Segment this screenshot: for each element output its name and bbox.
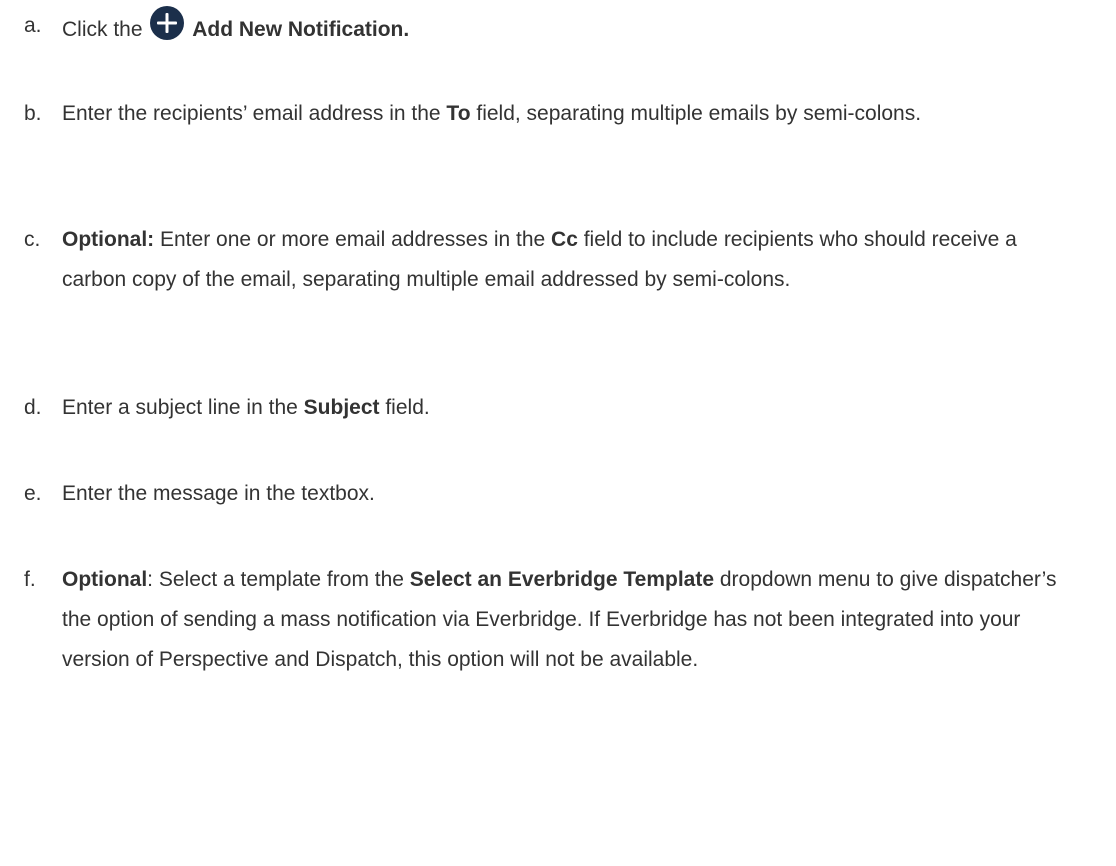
step-text-before: Enter one or more email addresses in the bbox=[154, 228, 552, 251]
add-new-notification-label: Add New Notification. bbox=[192, 18, 410, 41]
step-text: Click the Add New Notification. bbox=[62, 6, 1084, 50]
step-text: Enter a subject line in the Subject fiel… bbox=[62, 388, 1084, 428]
step-text-before: Enter a subject line in the bbox=[62, 396, 304, 419]
step-text: Optional: Enter one or more email addres… bbox=[62, 220, 1084, 300]
everbridge-template-label: Select an Everbridge Template bbox=[409, 568, 715, 591]
cc-field-label: Cc bbox=[551, 228, 578, 251]
plus-circle-icon bbox=[150, 6, 185, 40]
list-marker: a. bbox=[24, 14, 42, 37]
step-text: Optional: Select a template from the Sel… bbox=[62, 560, 1084, 680]
step-text-after: field. bbox=[379, 396, 430, 419]
list-item-b: b. Enter the recipients’ email address i… bbox=[24, 94, 1084, 134]
list-marker: d. bbox=[24, 396, 42, 419]
list-marker: c. bbox=[24, 228, 41, 251]
list-item-a: a. Click the Add New Notification. bbox=[24, 6, 1084, 50]
list-item-f: f. Optional: Select a template from the … bbox=[24, 560, 1084, 680]
list-marker: f. bbox=[24, 568, 36, 591]
step-text-before: Click the bbox=[62, 18, 143, 41]
list-item-e: e. Enter the message in the textbox. bbox=[24, 474, 1084, 514]
step-text-before: Enter the recipients’ email address in t… bbox=[62, 102, 447, 125]
optional-label: Optional bbox=[62, 568, 148, 591]
to-field-label: To bbox=[446, 102, 471, 125]
instruction-list: a. Click the Add New Notification. b. En… bbox=[0, 0, 1116, 866]
list-item-c: c. Optional: Enter one or more email add… bbox=[24, 220, 1084, 300]
optional-label: Optional: bbox=[62, 228, 155, 251]
subject-field-label: Subject bbox=[303, 396, 380, 419]
step-text-before: : Select a template from the bbox=[147, 568, 410, 591]
list-marker: e. bbox=[24, 482, 42, 505]
list-marker: b. bbox=[24, 102, 42, 125]
step-text: Enter the recipients’ email address in t… bbox=[62, 94, 1084, 134]
list-item-d: d. Enter a subject line in the Subject f… bbox=[24, 388, 1084, 428]
step-text: Enter the message in the textbox. bbox=[62, 482, 375, 505]
step-text-after: field, separating multiple emails by sem… bbox=[470, 102, 922, 125]
